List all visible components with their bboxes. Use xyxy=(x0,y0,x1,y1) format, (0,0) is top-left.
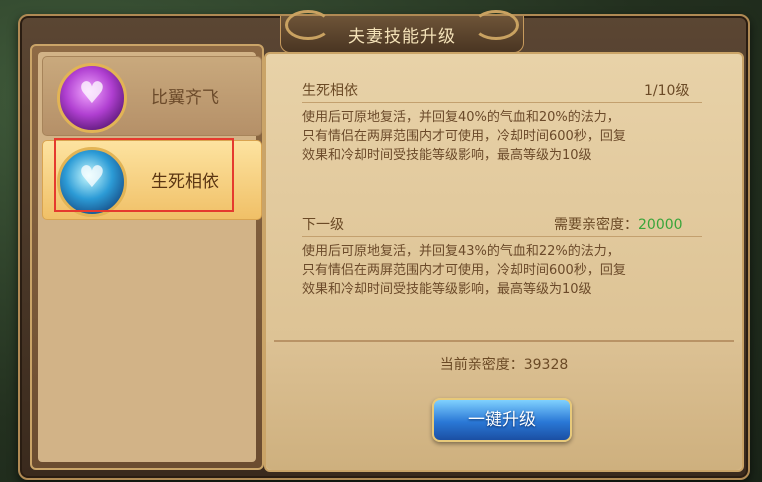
required-intimacy-label: 需要亲密度： xyxy=(554,217,638,233)
one-click-upgrade-button[interactable]: 一键升级 xyxy=(432,398,572,442)
desc-line: 使用后可原地复活，并回复43%的气血和22%的法力， xyxy=(302,244,620,259)
desc-line: 只有情侣在两屏范围内才可使用，冷却时间600秒，回复 xyxy=(302,263,626,278)
skill-list-inner: ♥ 比翼齐飞 ♥ 生死相依 xyxy=(38,52,262,462)
skill-list: ♥ 比翼齐飞 ♥ 生死相依 xyxy=(30,44,264,470)
skill-item-biyiqifei[interactable]: ♥ 比翼齐飞 xyxy=(42,56,262,136)
current-description: 使用后可原地复活，并回复40%的气血和20%的法力， 只有情侣在两屏范围内才可使… xyxy=(302,108,702,165)
current-intimacy: 当前亲密度：39328 xyxy=(266,354,742,374)
next-level-header: 下一级 xyxy=(302,217,344,233)
purple-heart-icon: ♥ xyxy=(57,63,127,133)
selection-highlight-box xyxy=(54,138,234,212)
next-description: 使用后可原地复活，并回复43%的气血和22%的法力， 只有情侣在两屏范围内才可使… xyxy=(302,242,702,299)
current-skill-name: 生死相依 xyxy=(302,83,358,99)
desc-line: 效果和冷却时间受技能等级影响，最高等级为10级 xyxy=(302,148,592,163)
skill-label: 比翼齐飞 xyxy=(151,88,219,108)
current-divider xyxy=(302,102,702,103)
next-divider xyxy=(302,236,702,237)
required-intimacy-value: 20000 xyxy=(638,217,683,233)
skill-detail-panel: 生死相依 1/10级 使用后可原地复活，并回复40%的气血和20%的法力， 只有… xyxy=(264,52,744,472)
required-intimacy: 需要亲密度：20000 xyxy=(554,214,683,234)
bottom-area: 当前亲密度：39328 一键升级 xyxy=(266,342,742,470)
desc-line: 效果和冷却时间受技能等级影响，最高等级为10级 xyxy=(302,282,592,297)
current-skill-level: 1/10级 xyxy=(644,83,690,99)
desc-line: 使用后可原地复活，并回复40%的气血和20%的法力， xyxy=(302,110,620,125)
current-intimacy-label: 当前亲密度： xyxy=(439,357,524,373)
current-intimacy-value: 39328 xyxy=(523,357,569,373)
title-bar: 夫妻技能升级 xyxy=(280,10,524,53)
desc-line: 只有情侣在两屏范围内才可使用，冷却时间600秒，回复 xyxy=(302,129,626,144)
ornament-right-icon xyxy=(473,10,519,40)
